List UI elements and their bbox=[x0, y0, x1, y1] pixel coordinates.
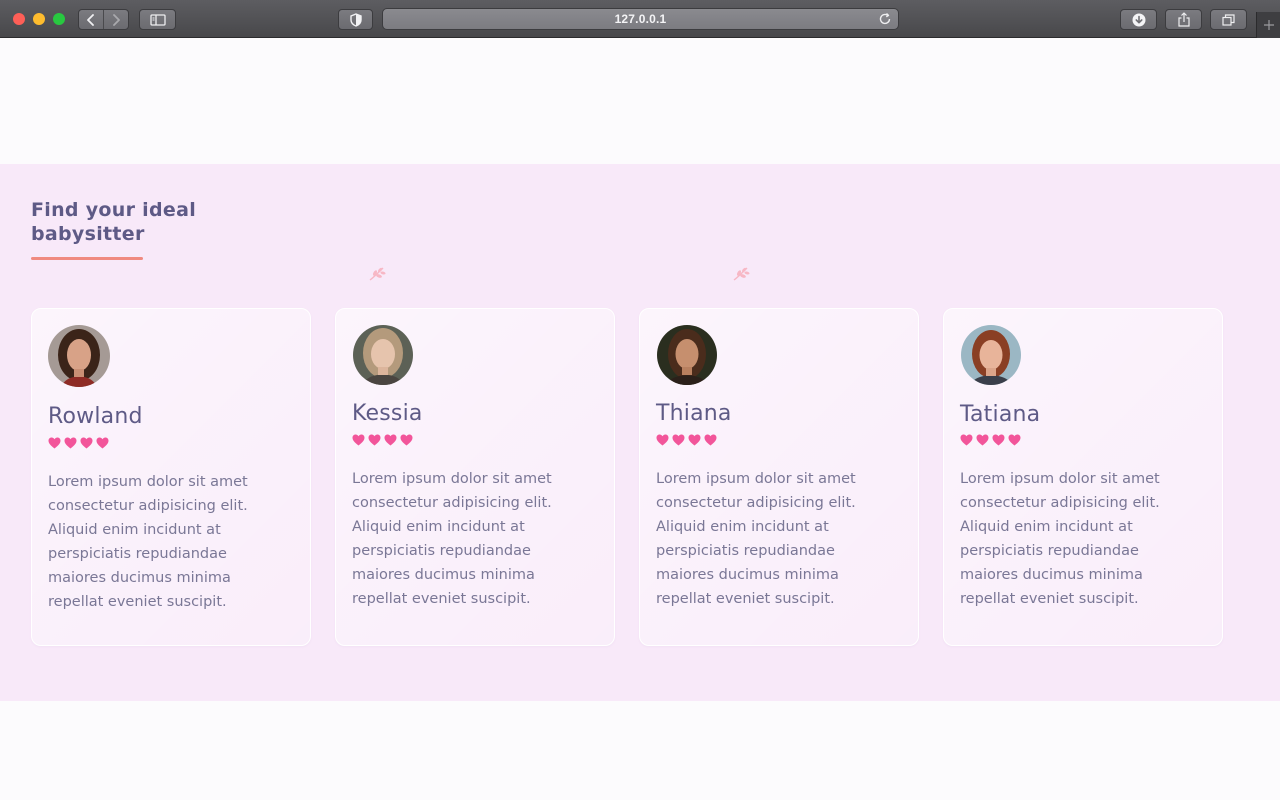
zoom-window-button[interactable] bbox=[53, 13, 65, 25]
sidebar-button[interactable] bbox=[139, 9, 176, 30]
heart-icon bbox=[80, 437, 93, 449]
sidebar-icon bbox=[149, 13, 166, 26]
address-bar[interactable]: 127.0.0.1 bbox=[382, 8, 899, 30]
babysitter-name: Thiana bbox=[656, 401, 732, 426]
title-underline bbox=[31, 257, 143, 260]
rating-hearts bbox=[48, 437, 109, 449]
heart-icon bbox=[656, 434, 669, 446]
url-text: 127.0.0.1 bbox=[614, 12, 667, 26]
babysitter-description: Lorem ipsum dolor sit amet consectetur a… bbox=[352, 471, 552, 607]
heart-icon bbox=[976, 434, 989, 446]
section-title: Find your ideal babysitter bbox=[31, 199, 197, 245]
shield-icon bbox=[349, 12, 362, 27]
privacy-button[interactable] bbox=[338, 9, 373, 30]
babysitter-description: Lorem ipsum dolor sit amet consectetur a… bbox=[48, 474, 248, 610]
babysitter-card[interactable]: Tatiana Lorem ipsum dolor sit amet conse… bbox=[943, 308, 1223, 646]
babysitter-name: Kessia bbox=[352, 401, 423, 426]
share-icon bbox=[1177, 12, 1190, 27]
rating-hearts bbox=[656, 434, 717, 446]
reload-icon[interactable] bbox=[878, 12, 892, 26]
babysitter-card[interactable]: Kessia Lorem ipsum dolor sit amet consec… bbox=[335, 308, 615, 646]
download-icon bbox=[1132, 13, 1145, 26]
leaf-decoration-icon bbox=[369, 267, 386, 281]
babysitters-section: Find your ideal babysitter Rowland Lorem… bbox=[0, 164, 1280, 701]
forward-button[interactable] bbox=[103, 10, 128, 29]
tabs-icon bbox=[1222, 13, 1235, 26]
heart-icon bbox=[1008, 434, 1021, 446]
avatar bbox=[48, 325, 110, 387]
leaf-decoration-icon bbox=[733, 267, 750, 281]
babysitter-name: Rowland bbox=[48, 404, 143, 429]
new-tab-button[interactable] bbox=[1256, 12, 1280, 38]
back-button[interactable] bbox=[79, 10, 103, 29]
new-tab-icon bbox=[1263, 20, 1274, 30]
heart-icon bbox=[400, 434, 413, 446]
heart-icon bbox=[960, 434, 973, 446]
rating-hearts bbox=[352, 434, 413, 446]
close-window-button[interactable] bbox=[13, 13, 25, 25]
babysitter-description: Lorem ipsum dolor sit amet consectetur a… bbox=[960, 471, 1160, 607]
share-button[interactable] bbox=[1165, 9, 1202, 30]
avatar bbox=[961, 325, 1021, 385]
heart-icon bbox=[672, 434, 685, 446]
tab-overview-button[interactable] bbox=[1210, 9, 1247, 30]
back-icon bbox=[87, 13, 94, 26]
avatar bbox=[657, 325, 717, 385]
avatar bbox=[353, 325, 413, 385]
page-content: Find your ideal babysitter Rowland Lorem… bbox=[0, 38, 1280, 800]
heart-icon bbox=[992, 434, 1005, 446]
heart-icon bbox=[688, 434, 701, 446]
babysitter-description: Lorem ipsum dolor sit amet consectetur a… bbox=[656, 471, 856, 607]
babysitter-card[interactable]: Thiana Lorem ipsum dolor sit amet consec… bbox=[639, 308, 919, 646]
babysitter-name: Tatiana bbox=[960, 402, 1041, 427]
forward-icon bbox=[113, 13, 120, 26]
navigation-buttons bbox=[78, 9, 129, 30]
heart-icon bbox=[352, 434, 365, 446]
heart-icon bbox=[48, 437, 61, 449]
browser-toolbar: 127.0.0.1 bbox=[0, 0, 1280, 38]
heart-icon bbox=[368, 434, 381, 446]
heart-icon bbox=[64, 437, 77, 449]
downloads-button[interactable] bbox=[1120, 9, 1157, 30]
heart-icon bbox=[96, 437, 109, 449]
babysitter-card[interactable]: Rowland Lorem ipsum dolor sit amet conse… bbox=[31, 308, 311, 646]
heart-icon bbox=[704, 434, 717, 446]
rating-hearts bbox=[960, 434, 1021, 446]
heart-icon bbox=[384, 434, 397, 446]
minimize-window-button[interactable] bbox=[33, 13, 45, 25]
